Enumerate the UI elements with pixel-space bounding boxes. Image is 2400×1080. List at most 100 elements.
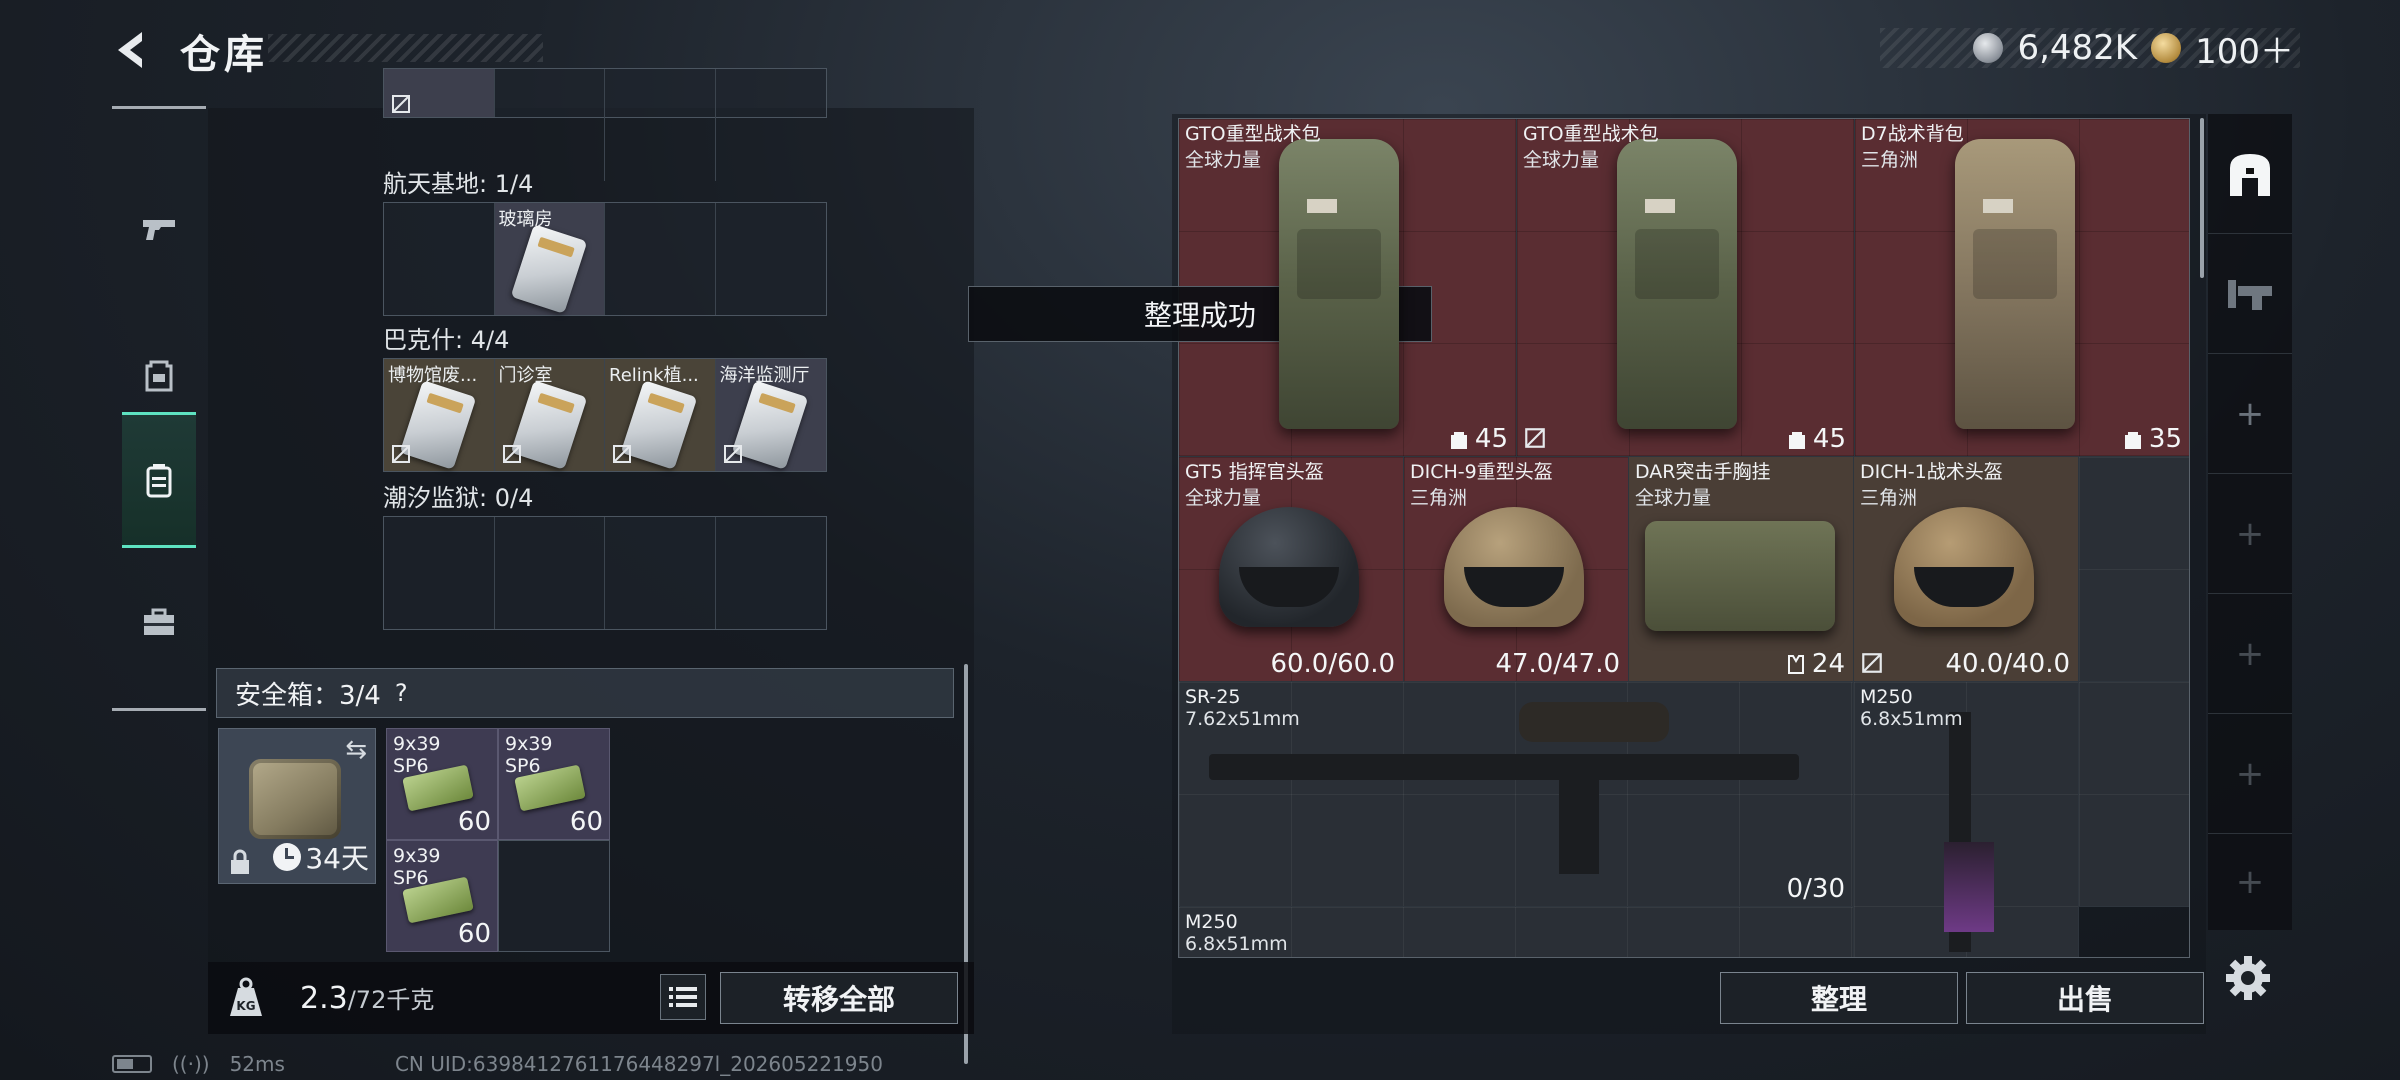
storage-icon xyxy=(2230,153,2270,196)
grid-cell[interactable] xyxy=(605,69,716,181)
backpack-icon xyxy=(145,360,173,392)
inventory-item-backpack[interactable]: D7战术背包 三角洲 35 xyxy=(1855,119,2189,457)
item-name: 博物馆废... xyxy=(388,365,478,386)
gold-coin-icon xyxy=(2151,33,2182,63)
item-name: DICH-9重型头盔 xyxy=(1410,461,1553,483)
item-faction: 全球力量 xyxy=(1185,487,1262,509)
swap-icon[interactable]: ⇆ xyxy=(345,735,367,765)
transfer-all-button[interactable]: 转移全部 xyxy=(720,972,958,1024)
grid-cell[interactable] xyxy=(605,203,716,315)
rail-item-tools[interactable] xyxy=(122,554,196,690)
weight-value: 2.3 xyxy=(300,981,348,1016)
inventory-item-rifle[interactable]: M250 6.8x51mm xyxy=(1854,682,2079,957)
safe-box-slot[interactable]: ⇆ 34天 xyxy=(218,728,376,884)
inventory-scrollbar[interactable] xyxy=(2200,118,2204,278)
add-storage-button[interactable]: + xyxy=(2208,354,2292,474)
keycard-item[interactable]: Relink植... xyxy=(605,359,716,471)
keycard-item[interactable]: 海洋监测厅 xyxy=(715,359,826,471)
inventory-grid: GTO重型战术包 全球力量 45 GTO重型战术包 全球力量 45 D7战术背包… xyxy=(1178,118,2190,958)
wifi-icon: ((·)) xyxy=(172,1052,210,1076)
inventory-item-rifle[interactable]: M250 6.8x51mm xyxy=(1179,907,1854,957)
item-durability: 40.0/40.0 xyxy=(1945,649,2070,679)
no-trade-icon xyxy=(1862,653,1882,673)
add-storage-button[interactable]: + xyxy=(2208,714,2292,834)
tab-main-storage[interactable] xyxy=(2208,114,2292,234)
lock-icon xyxy=(231,849,249,874)
grid-cell[interactable] xyxy=(716,203,827,315)
grid-cell[interactable] xyxy=(605,517,716,629)
capacity-icon xyxy=(2124,432,2141,449)
safe-days-value: 34天 xyxy=(305,842,369,875)
grid-cell[interactable] xyxy=(384,69,495,117)
rail-item-storage[interactable] xyxy=(122,412,196,548)
add-storage-button[interactable]: + xyxy=(2208,474,2292,594)
keycard-image xyxy=(510,224,587,314)
item-name: DICH-1战术头盔 xyxy=(1860,461,2003,483)
help-button[interactable]: ? xyxy=(395,679,408,707)
inventory-item-backpack[interactable]: GTO重型战术包 全球力量 45 xyxy=(1517,119,1855,457)
gold-currency-value[interactable]: 100＋ xyxy=(2195,24,2294,73)
svg-text:KG: KG xyxy=(236,999,255,1013)
inventory-item-rifle[interactable]: SR-25 7.62x51mm 0/30 xyxy=(1179,682,1854,907)
rifle-scope xyxy=(1519,702,1669,742)
item-name: 海洋监测厅 xyxy=(719,365,810,386)
ammo-count: 60 xyxy=(457,807,491,837)
grid-cell[interactable] xyxy=(716,69,827,181)
grid-cell[interactable] xyxy=(716,517,827,629)
no-trade-icon xyxy=(392,95,410,113)
safe-duration: 34天 xyxy=(273,837,369,877)
item-caliber: 6.8x51mm xyxy=(1185,933,1288,955)
inventory-item-chest-rig[interactable]: DAR突击手胸挂 全球力量 24 xyxy=(1629,457,1854,682)
rail-item-weapons[interactable] xyxy=(122,160,196,296)
safe-box-header: 安全箱：3/4 ? xyxy=(216,668,954,718)
add-storage-button[interactable]: + xyxy=(2208,834,2292,930)
page-title: 仓库 xyxy=(180,32,268,78)
item-capacity: 45 xyxy=(1449,424,1508,454)
item-name: M250 xyxy=(1185,911,1238,933)
weight-max: /72千克 xyxy=(347,986,435,1014)
category-rail xyxy=(112,106,206,712)
inventory-item-helmet[interactable]: DICH-9重型头盔 三角洲 47.0/47.0 xyxy=(1404,457,1629,682)
weight-bar: KG 2.3/72千克 转移全部 xyxy=(208,962,974,1034)
item-faction: 三角洲 xyxy=(1860,487,1918,509)
gear-icon[interactable] xyxy=(2222,952,2274,1004)
ammo-item[interactable]: 9x39 SP6 60 xyxy=(386,728,498,840)
list-view-button[interactable] xyxy=(660,974,706,1020)
rail-divider-top xyxy=(112,106,206,109)
empty-inventory-slot[interactable] xyxy=(2079,682,2189,907)
title-stripe xyxy=(268,34,543,62)
item-faction: 全球力量 xyxy=(1185,149,1262,171)
sell-button[interactable]: 出售 xyxy=(1966,972,2204,1024)
item-faction: 全球力量 xyxy=(1523,149,1600,171)
inventory-item-helmet[interactable]: DICH-1战术头盔 三角洲 40.0/40.0 xyxy=(1854,457,2079,682)
grid-cell[interactable] xyxy=(384,517,495,629)
storage-case-icon xyxy=(146,464,172,498)
inventory-item-helmet[interactable]: GT5 指挥官头盔 全球力量 60.0/60.0 xyxy=(1179,457,1404,682)
keycard-item[interactable]: 门诊室 xyxy=(494,359,605,471)
tab-weapon-storage[interactable] xyxy=(2208,234,2292,354)
add-storage-button[interactable]: + xyxy=(2208,594,2292,714)
status-bar: ((·)) 52ms CN UID:6398412761176448297l_2… xyxy=(112,1052,883,1076)
item-name: 门诊室 xyxy=(498,365,553,386)
helmet-image xyxy=(1894,507,2034,627)
grid-cell[interactable] xyxy=(495,517,605,629)
item-capacity: 35 xyxy=(2123,424,2182,454)
item-capacity: 24 xyxy=(1786,649,1845,679)
grid-cell[interactable] xyxy=(384,203,495,315)
clock-icon xyxy=(273,843,302,871)
keycard-item[interactable]: 玻璃房 xyxy=(494,203,605,315)
uid-text: CN UID:6398412761176448297l_202605221950 xyxy=(394,1052,883,1076)
ammo-name: 9x39 SP6 xyxy=(393,845,441,889)
keycard-item[interactable]: 博物馆废... xyxy=(384,359,495,471)
back-arrow-icon[interactable] xyxy=(108,26,156,74)
location-label: 航天基地: 1/4 xyxy=(383,170,534,198)
item-faction: 全球力量 xyxy=(1635,487,1712,509)
rifle-magazine xyxy=(1944,842,1994,932)
ammo-item[interactable]: 9x39 SP6 60 xyxy=(386,840,498,952)
empty-safe-slot[interactable] xyxy=(498,840,610,952)
empty-inventory-slot[interactable] xyxy=(2079,457,2189,682)
sort-button[interactable]: 整理 xyxy=(1720,972,1958,1024)
item-caliber: 7.62x51mm xyxy=(1185,708,1300,730)
rifle-magazine xyxy=(1559,778,1599,874)
ammo-item[interactable]: 9x39 SP6 60 xyxy=(498,728,610,840)
